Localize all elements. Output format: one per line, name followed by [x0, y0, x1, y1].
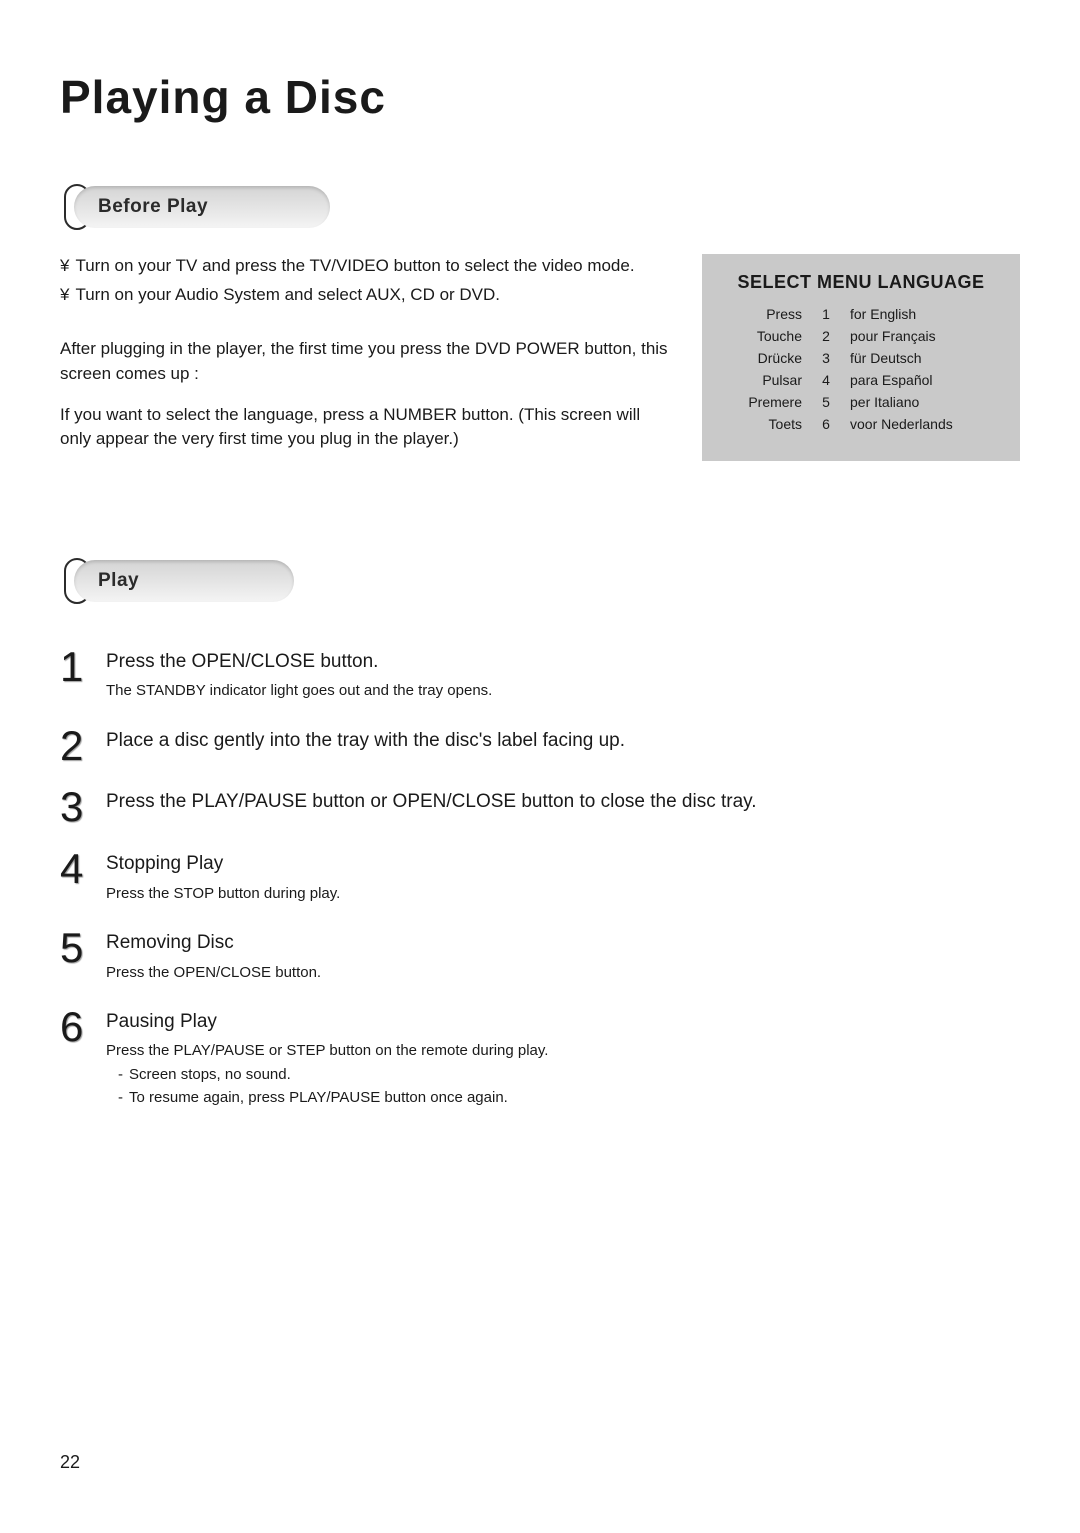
bullet-text: Turn on your Audio System and select AUX… — [75, 283, 500, 308]
bullet-text: Turn on your TV and press the TV/VIDEO b… — [75, 254, 634, 279]
step-main-text: Stopping Play — [106, 850, 1020, 878]
step-number: 4 — [60, 850, 106, 888]
step-sub-text: Press the PLAY/PAUSE or STEP button on t… — [106, 1039, 1020, 1109]
bullet-glyph: ¥ — [60, 283, 75, 308]
lang-num: 2 — [808, 325, 844, 347]
table-row: Premere 5 per Italiano — [716, 391, 1006, 413]
step-main-text: Press the OPEN/CLOSE button. — [106, 648, 1020, 676]
step-number: 3 — [60, 788, 106, 826]
table-row: Toets 6 voor Nederlands — [716, 413, 1006, 435]
table-row: Press 1 for English — [716, 303, 1006, 325]
lang-text: für Deutsch — [844, 347, 1006, 369]
section-label: Before Play — [74, 186, 330, 228]
step-item: 6 Pausing Play Press the PLAY/PAUSE or S… — [60, 1006, 1020, 1109]
step-body: Press the OPEN/CLOSE button. The STANDBY… — [106, 646, 1020, 703]
lang-press: Press — [716, 303, 808, 325]
step-body: Pausing Play Press the PLAY/PAUSE or STE… — [106, 1006, 1020, 1109]
language-menu-box: SELECT MENU LANGUAGE Press 1 for English… — [702, 254, 1020, 461]
paragraph: If you want to select the language, pres… — [60, 403, 676, 452]
lang-text: for English — [844, 303, 1006, 325]
step-sub-text: Press the OPEN/CLOSE button. — [106, 961, 1020, 984]
step-body: Place a disc gently into the tray with t… — [106, 725, 1020, 759]
page-number: 22 — [60, 1452, 80, 1473]
lang-text: pour Français — [844, 325, 1006, 347]
lang-num: 1 — [808, 303, 844, 325]
section-before-play: Before Play — [64, 184, 330, 230]
bullet-glyph: ¥ — [60, 254, 75, 279]
step-main-text: Place a disc gently into the tray with t… — [106, 727, 1020, 755]
section-play: Play — [64, 558, 294, 604]
before-play-content: ¥ Turn on your TV and press the TV/VIDEO… — [60, 254, 1020, 468]
table-row: Drücke 3 für Deutsch — [716, 347, 1006, 369]
lang-num: 3 — [808, 347, 844, 369]
dash-text: To resume again, press PLAY/PAUSE button… — [129, 1086, 508, 1109]
lang-num: 6 — [808, 413, 844, 435]
lang-text: voor Nederlands — [844, 413, 1006, 435]
dash-text: Screen stops, no sound. — [129, 1063, 291, 1086]
step-main-text: Press the PLAY/PAUSE button or OPEN/CLOS… — [106, 788, 1020, 816]
step-sub-line: Press the PLAY/PAUSE or STEP button on t… — [106, 1039, 1020, 1062]
bullet-item: ¥ Turn on your Audio System and select A… — [60, 283, 676, 308]
step-main-text: Pausing Play — [106, 1008, 1020, 1036]
step-body: Removing Disc Press the OPEN/CLOSE butto… — [106, 927, 1020, 984]
step-item: 1 Press the OPEN/CLOSE button. The STAND… — [60, 646, 1020, 703]
step-number: 1 — [60, 648, 106, 686]
lang-press: Pulsar — [716, 369, 808, 391]
table-row: Pulsar 4 para Español — [716, 369, 1006, 391]
page-title: Playing a Disc — [60, 70, 1020, 124]
step-number: 2 — [60, 727, 106, 765]
step-dash-line: - To resume again, press PLAY/PAUSE butt… — [106, 1086, 1020, 1109]
dash-icon: - — [106, 1086, 129, 1109]
lang-text: per Italiano — [844, 391, 1006, 413]
lang-press: Premere — [716, 391, 808, 413]
play-steps: 1 Press the OPEN/CLOSE button. The STAND… — [60, 646, 1020, 1109]
table-row: Touche 2 pour Français — [716, 325, 1006, 347]
lang-press: Drücke — [716, 347, 808, 369]
before-play-text: ¥ Turn on your TV and press the TV/VIDEO… — [60, 254, 676, 468]
lang-num: 5 — [808, 391, 844, 413]
step-item: 4 Stopping Play Press the STOP button du… — [60, 848, 1020, 905]
step-item: 3 Press the PLAY/PAUSE button or OPEN/CL… — [60, 786, 1020, 826]
lang-press: Touche — [716, 325, 808, 347]
manual-page: Playing a Disc Before Play ¥ Turn on you… — [0, 0, 1080, 1533]
section-label: Play — [74, 560, 294, 602]
step-body: Stopping Play Press the STOP button duri… — [106, 848, 1020, 905]
step-main-text: Removing Disc — [106, 929, 1020, 957]
step-item: 5 Removing Disc Press the OPEN/CLOSE but… — [60, 927, 1020, 984]
bullet-item: ¥ Turn on your TV and press the TV/VIDEO… — [60, 254, 676, 279]
step-sub-text: The STANDBY indicator light goes out and… — [106, 679, 1020, 702]
step-number: 5 — [60, 929, 106, 967]
lang-press: Toets — [716, 413, 808, 435]
step-number: 6 — [60, 1008, 106, 1046]
paragraph: After plugging in the player, the first … — [60, 337, 676, 386]
language-table: Press 1 for English Touche 2 pour França… — [716, 303, 1006, 435]
lang-text: para Español — [844, 369, 1006, 391]
step-sub-text: Press the STOP button during play. — [106, 882, 1020, 905]
step-item: 2 Place a disc gently into the tray with… — [60, 725, 1020, 765]
step-body: Press the PLAY/PAUSE button or OPEN/CLOS… — [106, 786, 1020, 820]
dash-icon: - — [106, 1063, 129, 1086]
language-menu-title: SELECT MENU LANGUAGE — [716, 272, 1006, 293]
lang-num: 4 — [808, 369, 844, 391]
step-dash-line: - Screen stops, no sound. — [106, 1063, 1020, 1086]
